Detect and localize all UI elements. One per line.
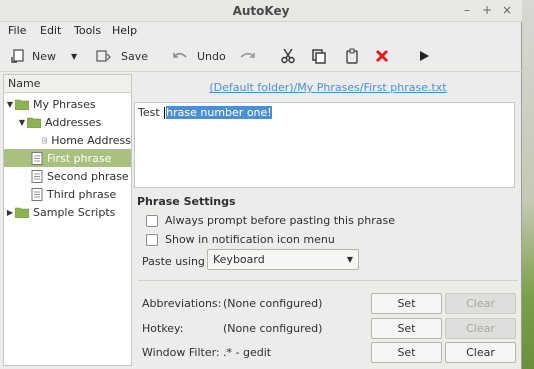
phrase-tree: Name ▼ My Phrases ▼ Addresses Home Addre… — [3, 74, 132, 366]
menu-edit[interactable]: Edit — [40, 24, 61, 37]
document-icon — [31, 169, 43, 183]
copy-button[interactable] — [311, 46, 327, 66]
editor-text: Test — [138, 106, 164, 119]
abbreviations-label: Abbreviations: — [142, 297, 222, 310]
maximize-icon[interactable]: + — [480, 3, 494, 17]
paste-using-value: Keyboard — [213, 253, 265, 266]
phrase-editor-panel: (Default folder)/My Phrases/First phrase… — [134, 74, 522, 369]
save-button-label: Save — [121, 49, 149, 63]
undo-button-label: Undo — [197, 49, 226, 63]
window-filter-value: .* - gedit — [223, 346, 272, 359]
tree-item-home-address[interactable]: Home Address — [4, 131, 131, 149]
new-button[interactable]: New — [10, 46, 56, 66]
tree-item-label: Second phrase — [47, 169, 129, 183]
hotkey-set-button[interactable]: Set — [371, 318, 442, 339]
copy-icon — [312, 49, 326, 64]
show-notification-checkbox-row[interactable]: Show in notification icon menu — [146, 233, 335, 246]
close-icon[interactable]: × — [500, 3, 514, 17]
phrase-file-link[interactable]: (Default folder)/My Phrases/First phrase… — [134, 81, 522, 94]
menu-bar: File Edit Tools Help — [0, 22, 522, 40]
phrase-text-editor[interactable]: Test hrase number one! — [134, 102, 515, 188]
editor-selected-text: hrase number one! — [166, 106, 272, 119]
document-icon — [31, 187, 43, 201]
tree-item-label: Sample Scripts — [33, 205, 116, 219]
redo-icon — [240, 52, 255, 58]
save-icon — [96, 50, 111, 62]
collapsed-arrow-icon[interactable]: ▶ — [5, 208, 15, 217]
folder-icon — [15, 99, 29, 110]
toolbar: New ▼ Save Undo — [0, 40, 522, 72]
paste-icon — [346, 48, 358, 64]
title-bar: AutoKey – + × — [0, 0, 522, 22]
autokey-window: AutoKey – + × File Edit Tools Help New ▼… — [0, 0, 522, 369]
hotkey-value: (None configured) — [223, 322, 323, 335]
expanded-arrow-icon[interactable]: ▼ — [5, 100, 15, 109]
play-icon — [420, 51, 429, 61]
tree-item-sample-scripts[interactable]: ▶ Sample Scripts — [4, 203, 131, 221]
tree-item-label: Home Address — [51, 133, 131, 147]
show-notification-checkbox[interactable] — [146, 233, 158, 246]
new-dropdown-button[interactable]: ▼ — [71, 46, 77, 66]
folder-icon — [15, 207, 29, 218]
hotkey-clear-button[interactable]: Clear — [445, 318, 516, 339]
undo-button[interactable]: Undo — [172, 46, 226, 66]
paste-using-select[interactable]: Keyboard ▼ — [207, 249, 359, 270]
always-prompt-checkbox[interactable] — [146, 214, 158, 227]
hotkey-label: Hotkey: — [142, 322, 184, 335]
phrase-settings-title: Phrase Settings — [137, 195, 236, 208]
tree-item-addresses[interactable]: ▼ Addresses — [4, 113, 131, 131]
name-column-header[interactable]: Name — [4, 75, 131, 93]
dropdown-arrow-icon: ▼ — [71, 51, 78, 61]
tree-item-label: Third phrase — [47, 187, 117, 201]
window-title: AutoKey — [232, 4, 290, 18]
cut-icon — [281, 48, 295, 64]
tree-item-my-phrases[interactable]: ▼ My Phrases — [4, 95, 131, 113]
chevron-down-icon: ▼ — [346, 255, 353, 264]
always-prompt-checkbox-row[interactable]: Always prompt before pasting this phrase — [146, 214, 395, 227]
menu-file[interactable]: File — [8, 24, 26, 37]
document-icon — [42, 137, 47, 143]
tree-item-label: First phrase — [47, 151, 112, 165]
menu-help[interactable]: Help — [112, 24, 137, 37]
redo-button[interactable] — [238, 46, 256, 66]
delete-icon — [375, 49, 389, 63]
save-button[interactable]: Save — [95, 46, 148, 66]
desktop-background — [522, 0, 534, 369]
paste-using-label: Paste using — [142, 255, 205, 268]
tree-item-first-phrase[interactable]: First phrase — [4, 149, 131, 167]
paste-button[interactable] — [344, 46, 360, 66]
undo-icon — [173, 52, 187, 58]
run-button[interactable] — [417, 46, 431, 66]
expanded-arrow-icon[interactable]: ▼ — [17, 118, 27, 127]
abbreviations-set-button[interactable]: Set — [371, 293, 442, 314]
always-prompt-label: Always prompt before pasting this phrase — [165, 214, 396, 227]
new-item-icon — [11, 49, 24, 63]
menu-tools[interactable]: Tools — [74, 24, 101, 37]
window-filter-clear-button[interactable]: Clear — [445, 342, 516, 363]
window-filter-label: Window Filter: — [142, 346, 220, 359]
divider — [138, 280, 518, 281]
window-filter-set-button[interactable]: Set — [371, 342, 442, 363]
tree-item-label: My Phrases — [33, 97, 96, 111]
abbreviations-value: (None configured) — [223, 297, 323, 310]
delete-button[interactable] — [375, 46, 389, 66]
abbreviations-clear-button[interactable]: Clear — [445, 293, 516, 314]
show-notification-label: Show in notification icon menu — [165, 233, 335, 246]
document-icon — [31, 151, 43, 165]
tree-item-third-phrase[interactable]: Third phrase — [4, 185, 131, 203]
minimize-icon[interactable]: – — [460, 3, 474, 17]
new-button-label: New — [32, 49, 56, 63]
tree-item-label: Addresses — [45, 115, 102, 129]
tree-item-second-phrase[interactable]: Second phrase — [4, 167, 131, 185]
folder-icon — [27, 117, 41, 128]
cut-button[interactable] — [280, 46, 296, 66]
